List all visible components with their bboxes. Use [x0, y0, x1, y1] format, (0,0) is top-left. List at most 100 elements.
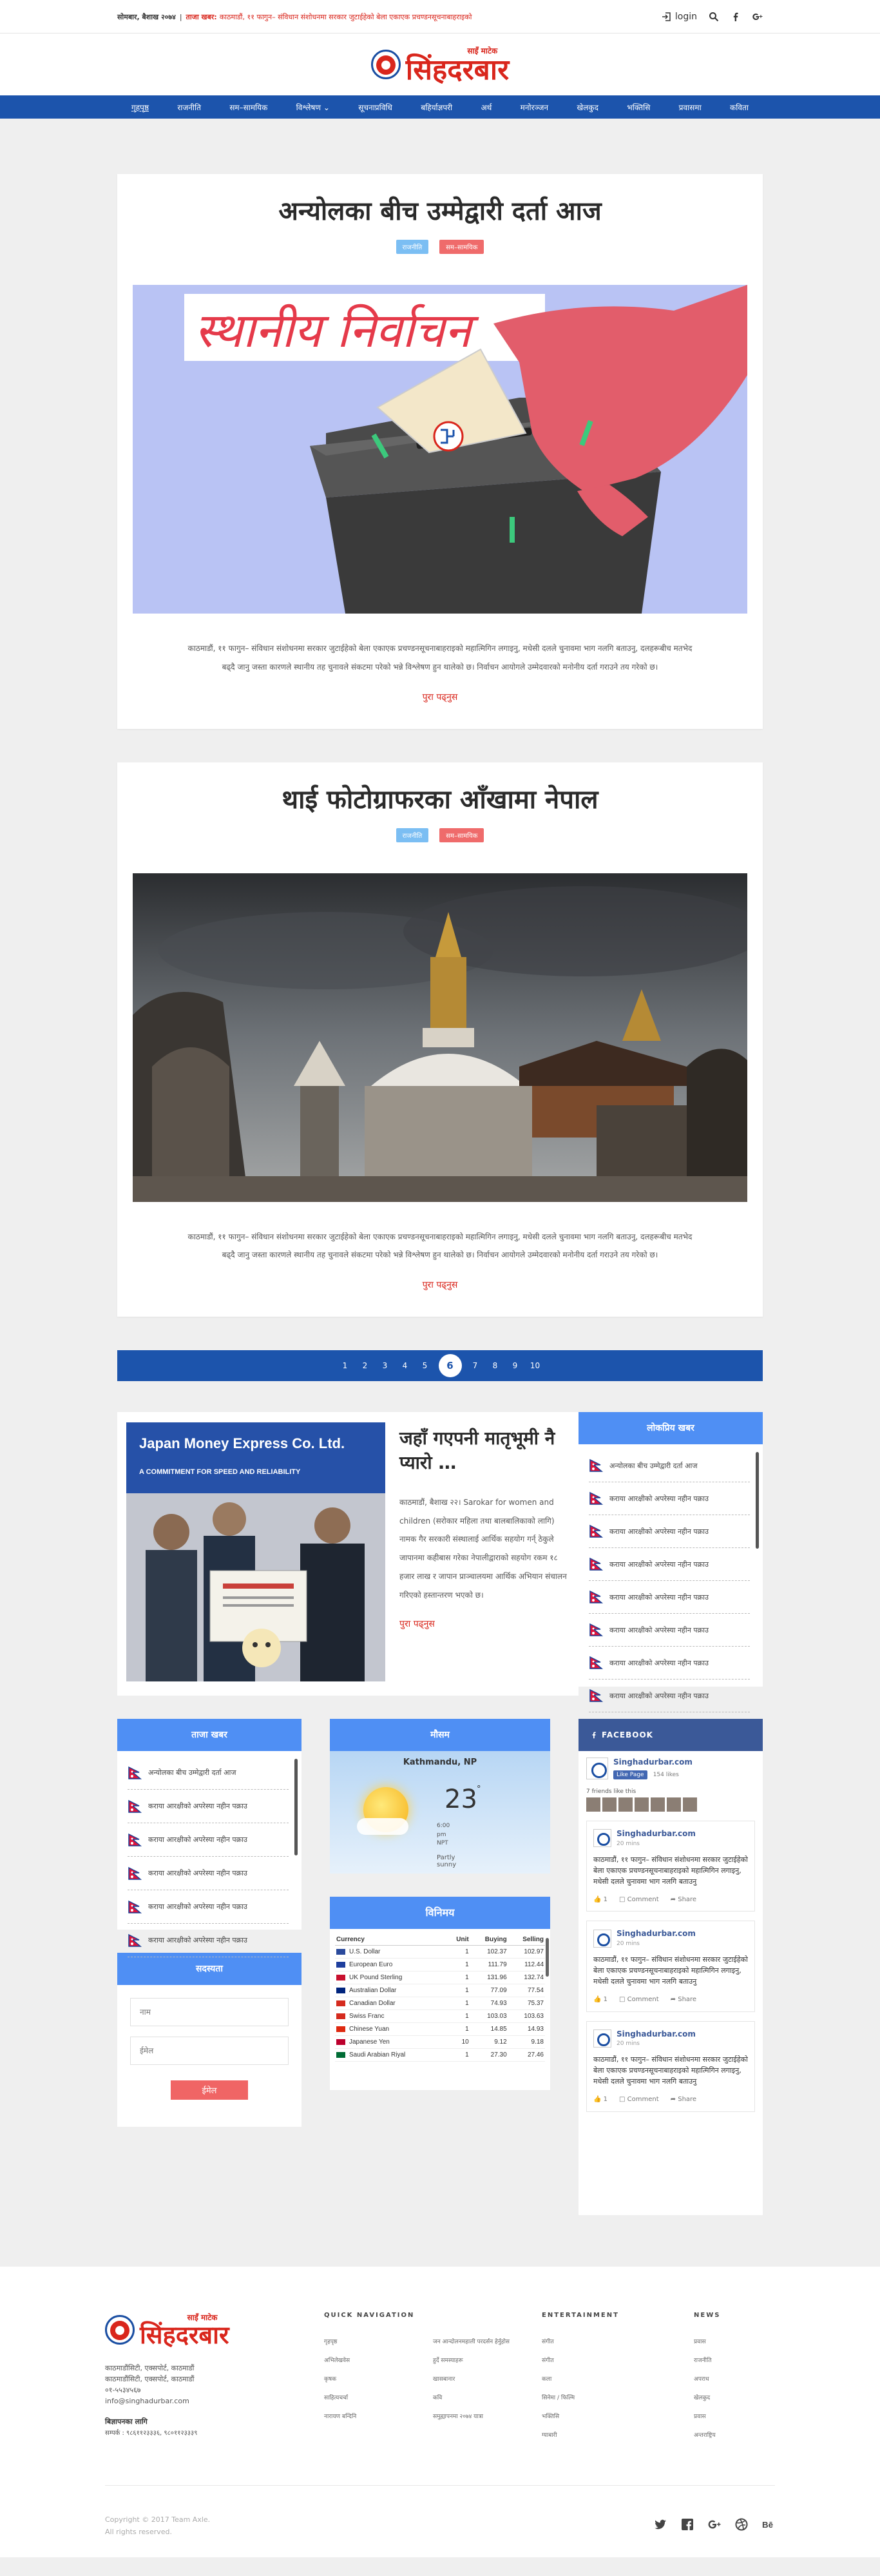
page-number[interactable]: 9 [509, 1359, 522, 1372]
footer-link[interactable]: जन आन्दोलनमहाली परदर्सन हेर्नुहोस [433, 2337, 542, 2345]
post-comment-button[interactable]: □ Comment [619, 2095, 659, 2105]
footer-link[interactable]: साहित्यचर्चा [324, 2393, 433, 2401]
temple-photo[interactable] [133, 873, 747, 1202]
post-comment-button[interactable]: □ Comment [619, 1895, 659, 1905]
article-title[interactable]: अन्योलका बीच उम्मेद्वारी दर्ता आज [133, 196, 747, 227]
tag-politics[interactable]: राजनीति [396, 828, 429, 842]
login-link[interactable]: login [662, 12, 697, 22]
nav-item[interactable]: भक्तिसि [627, 102, 650, 113]
featured-image[interactable]: Japan Money Express Co. Ltd. A COMMITMEN… [126, 1422, 385, 1682]
nav-item[interactable]: प्रवासमा [679, 102, 702, 113]
news-list-item[interactable]: अन्योलका बीच उम्मेद्वारी दर्ता आज [589, 1449, 750, 1483]
post-like-button[interactable]: 👍 1 [593, 1895, 607, 1905]
page-number[interactable]: 8 [489, 1359, 502, 1372]
footer-link[interactable]: अपराध [694, 2374, 775, 2383]
post-share-button[interactable]: ➦ Share [671, 2095, 696, 2105]
nav-item[interactable]: मनोरञ्जन [521, 102, 548, 113]
tag-contemporary[interactable]: सम–सामयिक [439, 828, 484, 842]
post-share-button[interactable]: ➦ Share [671, 1895, 696, 1905]
news-list-item[interactable]: कराया आरक्षीको अपरेस्या नहीन पक्राउ [589, 1647, 750, 1680]
ticker-text[interactable]: काठमाडौं, ११ फागुन– संविधान संशोधनमा सरक… [220, 12, 654, 22]
email-link[interactable]: info@singhadurbar.com [105, 2396, 324, 2407]
google-plus-icon[interactable] [708, 2518, 721, 2531]
friend-avatar[interactable] [683, 1797, 697, 1812]
name-input[interactable] [130, 1998, 289, 2027]
news-list-item[interactable]: अन्योलका बीच उम्मेद्वारी दर्ता आज [128, 1756, 289, 1790]
facebook-icon[interactable] [681, 2518, 694, 2531]
footer-link[interactable]: गृहपृष्ठ [324, 2337, 433, 2345]
footer-link[interactable]: प्रवास [694, 2337, 775, 2345]
news-list-item[interactable]: कराया आरक्षीको अपरेस्या नहीन पक्राउ [589, 1548, 750, 1582]
page-number[interactable]: 10 [529, 1359, 542, 1372]
page-number[interactable]: 1 [339, 1359, 352, 1372]
post-author[interactable]: Singhadurbar.com [617, 1928, 696, 1940]
dribbble-icon[interactable] [735, 2518, 748, 2531]
footer-link[interactable]: राजनीति [694, 2356, 775, 2364]
latest-scrollbar[interactable] [294, 1759, 298, 1856]
post-time[interactable]: 20 mins [617, 1940, 696, 1949]
footer-link[interactable]: अन्तराष्ट्रिय [694, 2430, 775, 2439]
behance-icon[interactable]: Bē [762, 2518, 775, 2531]
nav-item-dropdown[interactable]: विश्लेषण ⌄ [296, 102, 330, 113]
post-avatar[interactable] [593, 2029, 611, 2048]
news-list-item[interactable]: कराया आरक्षीको अपरेस्या नहीन पक्राउ [589, 1614, 750, 1647]
post-like-button[interactable]: 👍 1 [593, 1995, 607, 2005]
footer-link[interactable]: प्रवास [694, 2412, 775, 2420]
news-list-item[interactable]: कराया आरक्षीको अपरेस्या नहीन पक्राउ [128, 1823, 289, 1857]
twitter-icon[interactable] [654, 2518, 667, 2531]
page-number[interactable]: 3 [379, 1359, 392, 1372]
friend-avatar[interactable] [586, 1797, 600, 1812]
facebook-icon[interactable] [731, 12, 741, 22]
post-comment-button[interactable]: □ Comment [619, 1995, 659, 2005]
footer-link[interactable]: कला [542, 2374, 694, 2383]
subscribe-button[interactable]: ईमेल [171, 2080, 248, 2100]
footer-link[interactable]: खासबानार [433, 2374, 542, 2383]
footer-link[interactable]: नारायण बन्दिनि [324, 2412, 433, 2420]
nav-item[interactable]: गृहपृष्ठ [131, 102, 149, 113]
nav-item[interactable]: सूचनाप्रविधि [358, 102, 392, 113]
nav-item[interactable]: कविता [730, 102, 749, 113]
tag-politics[interactable]: राजनीति [396, 240, 429, 254]
post-time[interactable]: 20 mins [617, 2040, 696, 2049]
post-author[interactable]: Singhadurbar.com [617, 1828, 696, 1840]
footer-link[interactable]: संगीत [542, 2337, 694, 2345]
footer-link[interactable]: संगीत [542, 2356, 694, 2364]
nav-item[interactable]: खेलकुद [577, 102, 598, 113]
friend-avatar[interactable] [618, 1797, 633, 1812]
news-list-item[interactable]: कराया आरक्षीको अपरेस्या नहीन पक्राउ [589, 1680, 750, 1713]
nav-item[interactable]: राजनीति [177, 102, 201, 113]
friend-avatar[interactable] [635, 1797, 649, 1812]
post-avatar[interactable] [593, 1929, 611, 1948]
footer-link[interactable]: कवि [433, 2393, 542, 2401]
like-page-button[interactable]: Like Page [613, 1770, 647, 1780]
page-number[interactable]: 5 [419, 1359, 432, 1372]
footer-link[interactable]: ग्याबारी [542, 2430, 694, 2439]
search-icon[interactable] [709, 12, 719, 22]
page-number[interactable]: 6 [438, 1354, 462, 1378]
footer-link[interactable]: भक्तिसि [542, 2412, 694, 2420]
election-image[interactable]: स्थानीय निर्वाचन [133, 285, 747, 614]
read-more-link[interactable]: पुरा पढ्नुस [133, 691, 747, 703]
friend-avatar[interactable] [602, 1797, 617, 1812]
post-like-button[interactable]: 👍 1 [593, 2095, 607, 2105]
site-logo[interactable]: साइँ माटेक सिंहदरबार [370, 45, 509, 84]
footer-logo[interactable]: साइँ माटेक सिंहदरबार [105, 2312, 324, 2347]
read-more-link[interactable]: पुरा पढ्नुस [133, 1279, 747, 1291]
nav-item[interactable]: सम–सामयिक [229, 102, 267, 113]
post-share-button[interactable]: ➦ Share [671, 1995, 696, 2005]
post-author[interactable]: Singhadurbar.com [617, 2028, 696, 2040]
nav-item[interactable]: अर्थ [481, 102, 492, 113]
news-list-item[interactable]: कराया आरक्षीको अपरेस्या नहीन पक्राउ [589, 1482, 750, 1516]
article-title[interactable]: थाई फोटोग्राफरका आँखामा नेपाल [133, 784, 747, 815]
facebook-page-name[interactable]: Singhadurbar.com [613, 1758, 693, 1767]
page-number[interactable]: 7 [469, 1359, 482, 1372]
post-time[interactable]: 20 mins [617, 1840, 696, 1849]
featured-title[interactable]: जहाँ गएपनी मातृभूमी नै प्यारो … [399, 1426, 569, 1475]
tag-contemporary[interactable]: सम–सामयिक [439, 240, 484, 254]
email-input[interactable] [130, 2037, 289, 2066]
news-list-item[interactable]: कराया आरक्षीको अपरेस्या नहीन पक्राउ [128, 1924, 289, 1958]
friend-avatar[interactable] [667, 1797, 681, 1812]
footer-link[interactable]: सिनेमा / फिल्मि [542, 2393, 694, 2401]
news-list-item[interactable]: कराया आरक्षीको अपरेस्या नहीन पक्राउ [128, 1890, 289, 1924]
forex-scrollbar[interactable] [546, 1938, 549, 1977]
